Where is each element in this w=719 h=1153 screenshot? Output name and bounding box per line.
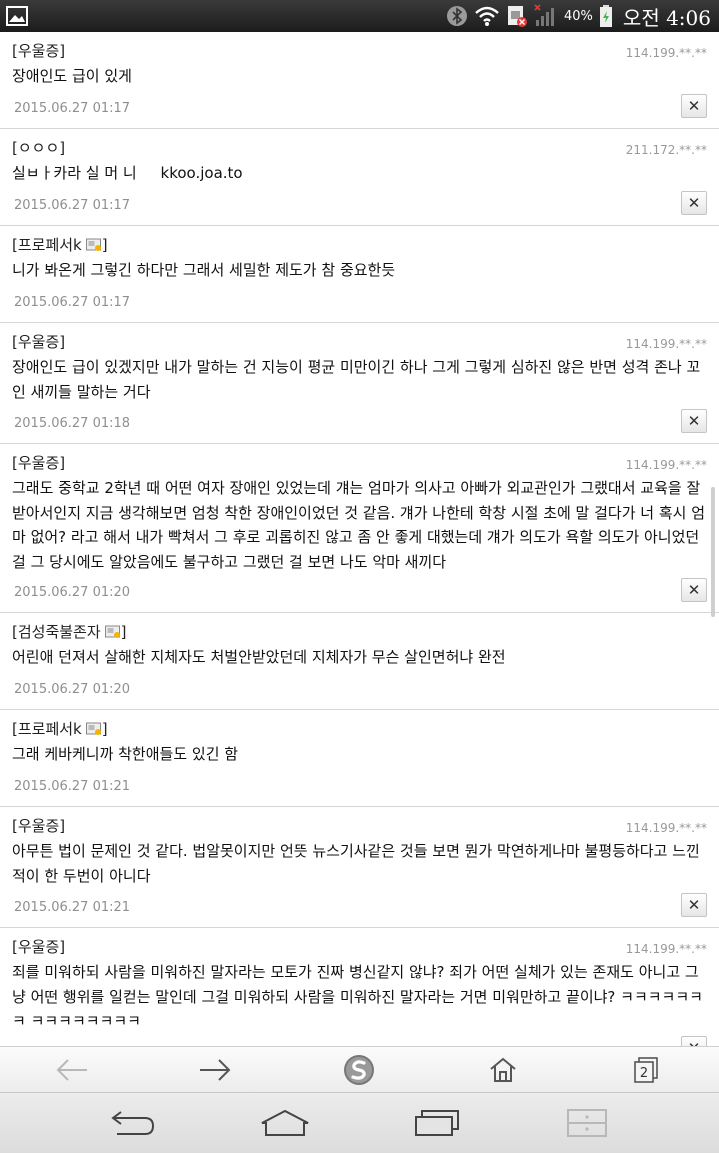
- status-bar: 40% 오전 4:06: [0, 0, 719, 32]
- comment-date: 2015.06.27 01:17: [14, 198, 131, 213]
- comment-date: 2015.06.27 01:18: [14, 416, 131, 431]
- comment-list[interactable]: [우울증] 114.199.**.** 장애인도 급이 있게 2015.06.2…: [0, 32, 719, 1046]
- battery-percent: 40%: [564, 8, 593, 24]
- comment-ip: 114.199.**.**: [625, 942, 707, 956]
- comment-text: 죄를 미워하되 사람을 미워하진 말자라는 모토가 진짜 병신같지 않냐? 죄가…: [12, 963, 703, 1030]
- browser-toolbar: 2: [0, 1046, 719, 1093]
- comment-item: [우울증] 114.199.**.** 장애인도 급이 있게 2015.06.2…: [0, 32, 719, 129]
- delete-comment-button[interactable]: ✕: [681, 1036, 707, 1046]
- comment-author: [우울증]: [12, 333, 66, 351]
- clock: 오전 4:06: [622, 5, 711, 30]
- comment-author: [우울증]: [12, 938, 66, 956]
- member-note-icon: [104, 625, 120, 638]
- back-button[interactable]: [50, 1053, 94, 1087]
- comment-text: 그래도 중학교 2학년 때 어떤 여자 장애인 있었는데 걔는 엄마가 의사고 …: [12, 479, 706, 571]
- comment-date: 2015.06.27 01:21: [14, 900, 131, 915]
- comment-ip: 114.199.**.**: [625, 821, 707, 835]
- comment-ip: 114.199.**.**: [625, 337, 707, 351]
- delete-comment-button[interactable]: ✕: [681, 578, 707, 602]
- delete-comment-button[interactable]: ✕: [681, 94, 707, 118]
- comment-author: [프로페서k ]: [12, 719, 108, 739]
- tabs-button[interactable]: 2: [624, 1053, 668, 1087]
- sim-error-icon: [508, 6, 528, 27]
- home-icon: [490, 1057, 516, 1082]
- comment-author: [ㅇㅇㅇ]: [12, 139, 66, 157]
- comment-item: [검성죽불존자 ] 어린애 던져서 살해한 지체자도 처벌안받았던데 지체자가 …: [0, 613, 719, 710]
- comment-item: [우울증] 114.199.**.** 아무튼 법이 문제인 것 같다. 법알못…: [0, 807, 719, 928]
- comment-item: [프로페서k ] 니가 봐온게 그렇긴 하다만 그래서 세밀한 제도가 참 중요…: [0, 226, 719, 323]
- delete-comment-button[interactable]: ✕: [681, 191, 707, 215]
- home-outline-icon: [261, 1109, 309, 1136]
- system-home-button[interactable]: [255, 1101, 315, 1145]
- member-note-icon: [85, 238, 101, 251]
- comment-item: [우울증] 114.199.**.** 장애인도 급이 있겠지만 내가 말하는 …: [0, 323, 719, 444]
- arrow-right-icon: [200, 1059, 231, 1081]
- comment-text: 아무튼 법이 문제인 것 같다. 법알못이지만 언뜻 뉴스기사같은 것들 보면 …: [12, 842, 700, 885]
- comment-author: [프로페서k ]: [12, 235, 108, 255]
- comment-text: 그래 케바케니까 착한애들도 있긴 함: [12, 745, 239, 763]
- back-icon: [111, 1111, 155, 1135]
- comment-date: 2015.06.27 01:20: [14, 585, 131, 600]
- comment-text: 장애인도 급이 있겠지만 내가 말하는 건 지능이 평균 미만이긴 하나 그게 …: [12, 358, 701, 401]
- comment-text: 실ㅂㅏ카라 실 머 니 kkoo.joa.to: [12, 164, 243, 182]
- menu-icon: [567, 1109, 607, 1137]
- delete-comment-button[interactable]: ✕: [681, 893, 707, 917]
- system-back-button[interactable]: [102, 1101, 162, 1145]
- comment-ip: 211.172.**.**: [625, 143, 707, 157]
- comment-item: [ㅇㅇㅇ] 211.172.**.** 실ㅂㅏ카라 실 머 니 kkoo.joa…: [0, 129, 719, 226]
- wifi-icon: [475, 6, 499, 26]
- member-note-icon: [85, 722, 101, 735]
- comment-ip: 114.199.**.**: [625, 458, 707, 472]
- battery-icon: [599, 5, 612, 27]
- delete-comment-button[interactable]: ✕: [681, 409, 707, 433]
- forward-button[interactable]: [193, 1053, 237, 1087]
- comment-date: 2015.06.27 01:21: [14, 779, 131, 794]
- home-button[interactable]: [481, 1053, 525, 1087]
- comment-item: [프로페서k ] 그래 케바케니까 착한애들도 있긴 함 2015.06.27 …: [0, 710, 719, 807]
- comment-date: 2015.06.27 01:17: [14, 295, 131, 310]
- signal-icon: [534, 4, 555, 26]
- arrow-left-icon: [56, 1059, 87, 1081]
- browser-logo-icon: [344, 1055, 374, 1085]
- comment-item: [우울증] 114.199.**.** 그래도 중학교 2학년 때 어떤 여자 …: [0, 444, 719, 613]
- comment-author: [검성죽불존자 ]: [12, 622, 127, 642]
- gallery-icon: [6, 6, 28, 26]
- browser-menu-button[interactable]: [337, 1053, 381, 1087]
- system-nav-bar: [0, 1092, 719, 1153]
- comment-text: 니가 봐온게 그렇긴 하다만 그래서 세밀한 제도가 참 중요한듯: [12, 261, 396, 279]
- system-menu-button[interactable]: [557, 1101, 617, 1145]
- bluetooth-icon: [447, 6, 468, 26]
- comment-item: [우울증] 114.199.**.** 죄를 미워하되 사람을 미워하진 말자라…: [0, 928, 719, 1046]
- comment-author: [우울증]: [12, 454, 66, 472]
- recent-apps-icon: [415, 1110, 459, 1136]
- comment-author: [우울증]: [12, 42, 66, 60]
- comment-author: [우울증]: [12, 817, 66, 835]
- scroll-indicator[interactable]: [711, 487, 715, 617]
- comment-ip: 114.199.**.**: [625, 46, 707, 60]
- svg-text:2: 2: [640, 1066, 648, 1081]
- comment-text: 장애인도 급이 있게: [12, 67, 132, 85]
- tabs-icon: 2: [634, 1057, 658, 1083]
- comment-date: 2015.06.27 01:17: [14, 101, 131, 116]
- recent-apps-button[interactable]: [407, 1101, 467, 1145]
- comment-date: 2015.06.27 01:20: [14, 682, 131, 697]
- comment-text: 어린애 던져서 살해한 지체자도 처벌안받았던데 지체자가 무슨 살인면허냐 완…: [12, 648, 506, 666]
